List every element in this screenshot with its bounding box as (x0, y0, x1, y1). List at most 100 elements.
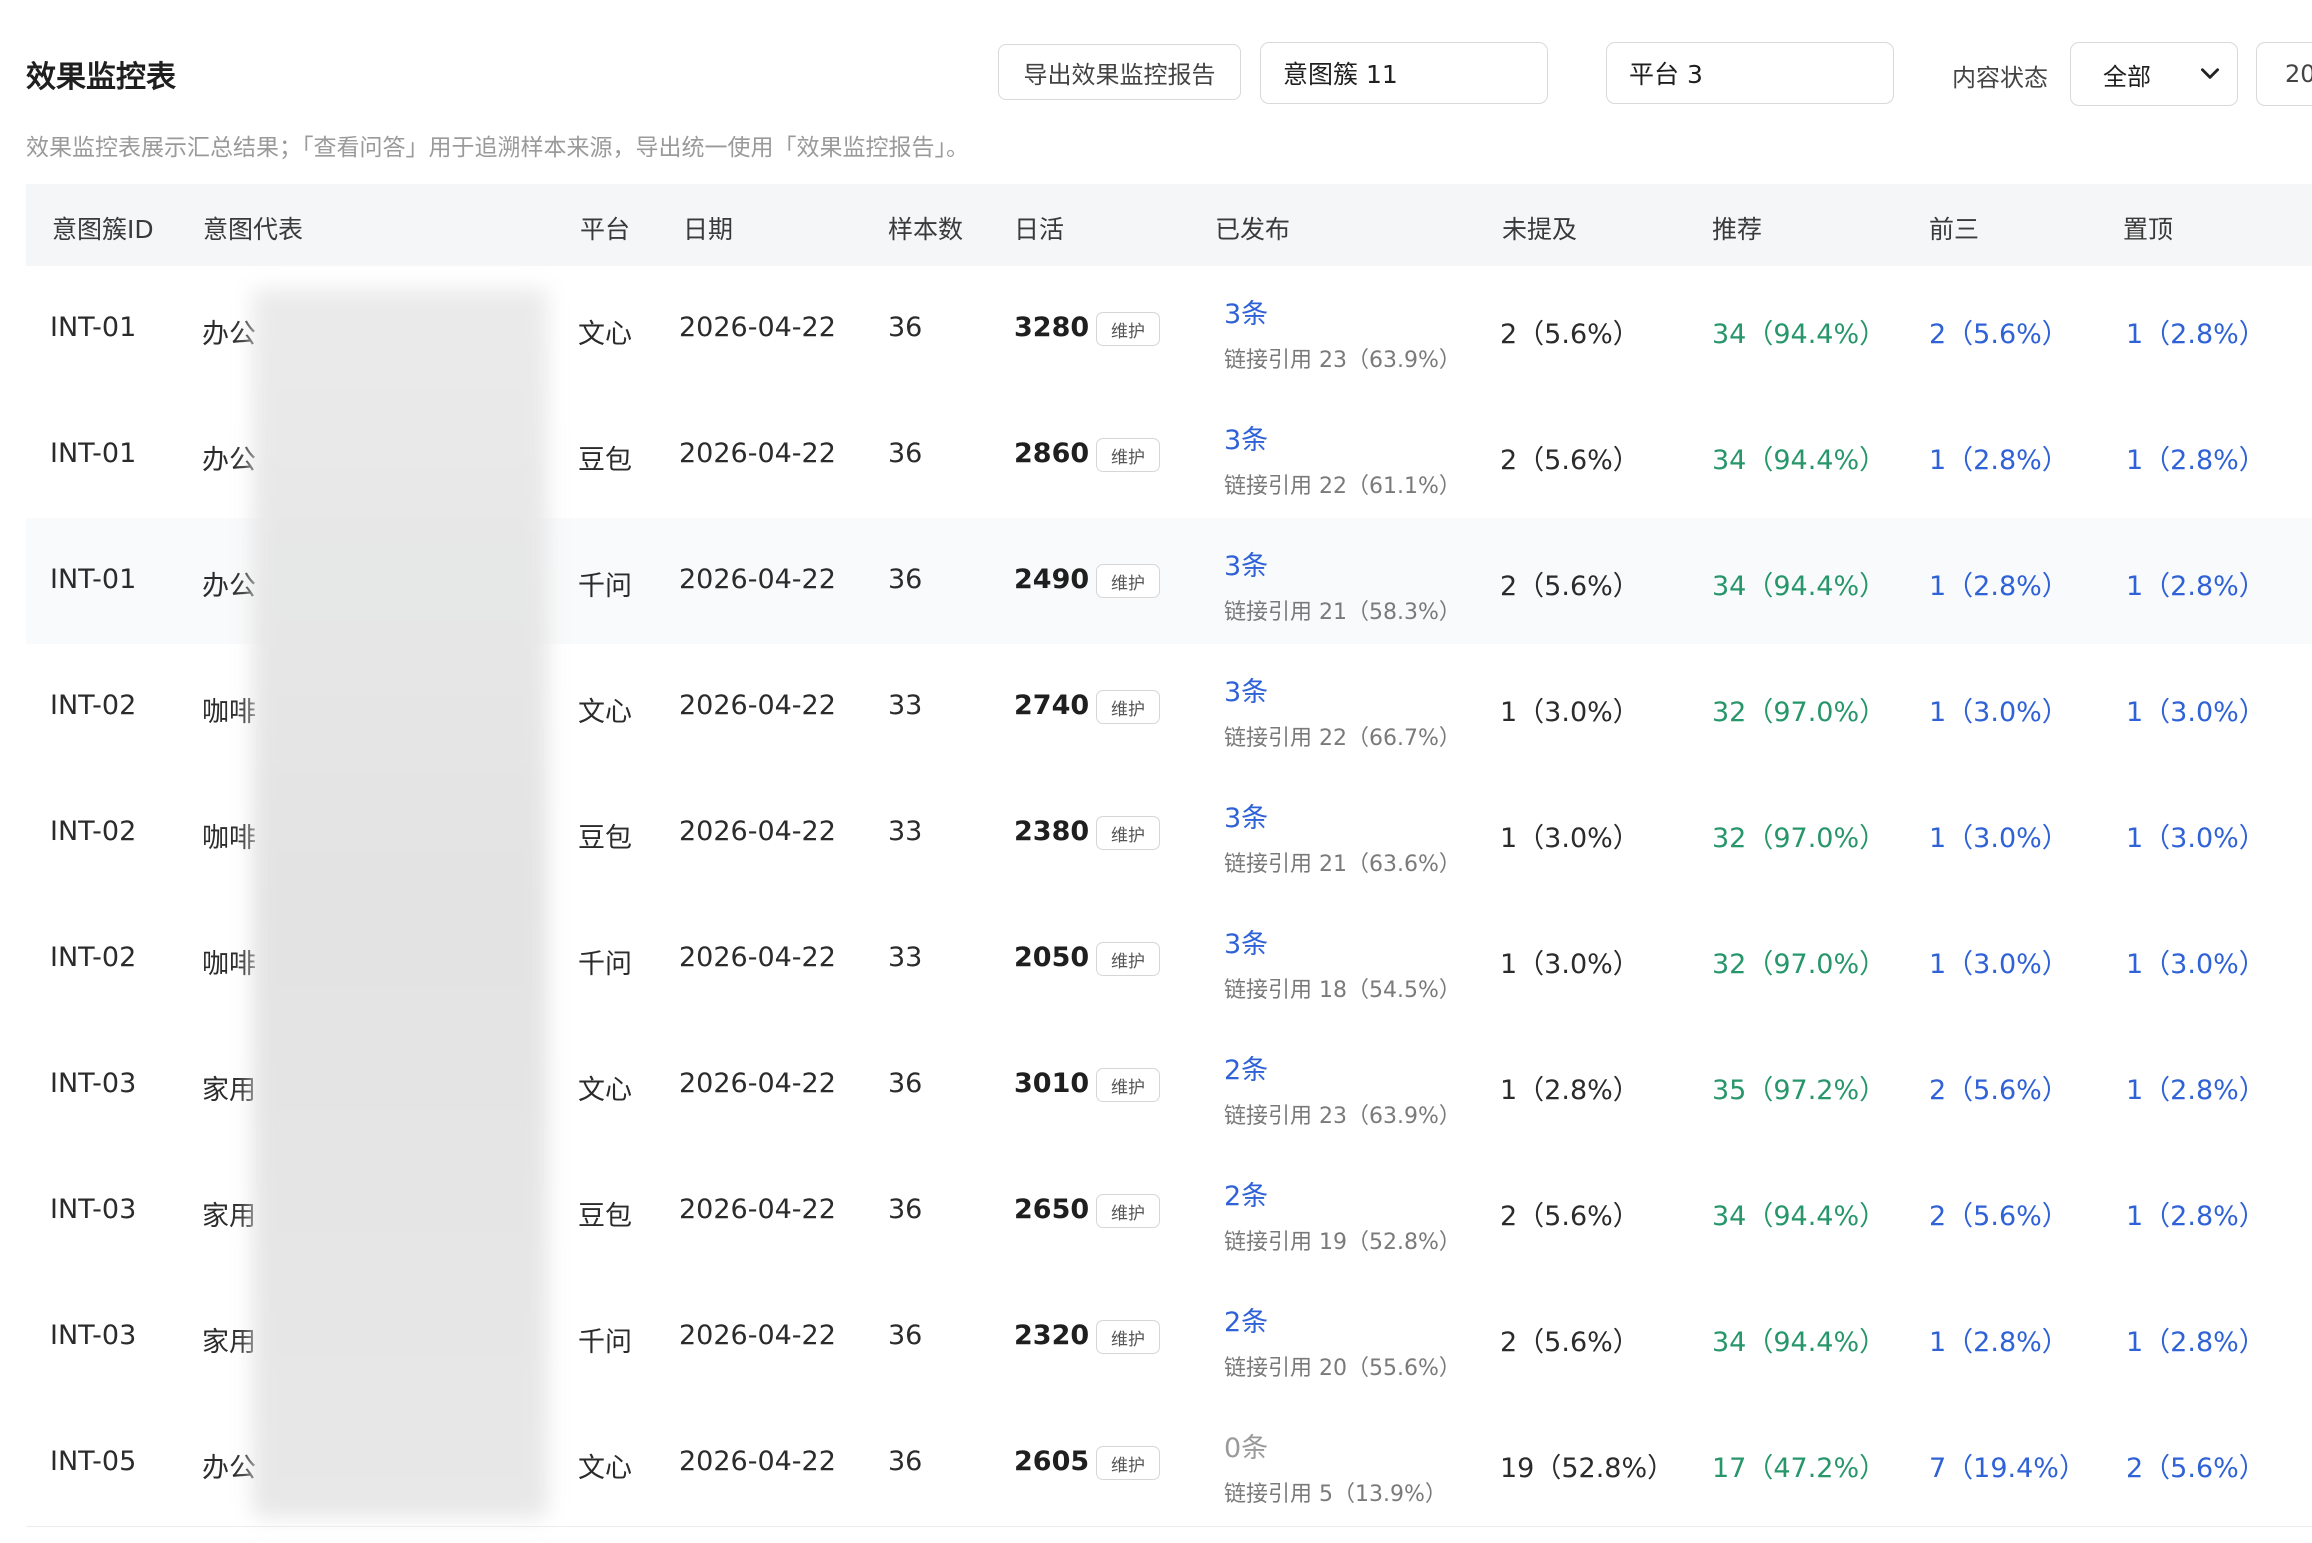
cell-intent-id: INT-01 (50, 564, 137, 595)
cell-dau: 2320 (1014, 1320, 1090, 1351)
cell-intent-rep: 办公 (202, 571, 256, 602)
intent-cluster-filter-label: 意图簇 11 (1283, 60, 1398, 89)
cell-dau: 2490 (1014, 564, 1090, 595)
content-status-value: 全部 (2103, 62, 2151, 91)
cell-platform: 文心 (578, 1075, 632, 1106)
blurred-intent-text (252, 288, 548, 1518)
cell-recommend: 34（94.4%） (1712, 319, 1887, 350)
cell-date: 2026-04-22 (679, 942, 836, 973)
published-count-link[interactable]: 3条 (1224, 922, 1268, 961)
cell-pinned: 1（3.0%） (2126, 949, 2266, 980)
cell-pinned: 1（3.0%） (2126, 697, 2266, 728)
cell-intent-id: INT-01 (50, 438, 137, 469)
platform-filter[interactable]: 平台 3 (1606, 42, 1894, 104)
published-count-link[interactable]: 2条 (1224, 1300, 1268, 1339)
cell-platform: 豆包 (578, 445, 632, 476)
published-count-link[interactable]: 3条 (1224, 418, 1268, 457)
col-date: 日期 (683, 215, 734, 244)
cell-intent-id: INT-05 (50, 1446, 137, 1477)
published-count-link[interactable]: 2条 (1224, 1174, 1268, 1213)
cell-samples: 36 (888, 564, 923, 595)
link-reference-text: 链接引用 22（66.7%） (1224, 726, 1461, 751)
maintain-tag[interactable]: 维护 (1096, 312, 1160, 346)
cell-platform: 千问 (578, 949, 632, 980)
cell-date: 2026-04-22 (679, 1068, 836, 1099)
cell-platform: 文心 (578, 697, 632, 728)
cell-unmentioned: 1（3.0%） (1500, 949, 1640, 980)
cell-unmentioned: 2（5.6%） (1500, 445, 1640, 476)
published-count-link[interactable]: 3条 (1224, 670, 1268, 709)
maintain-tag[interactable]: 维护 (1096, 1446, 1160, 1480)
cell-recommend: 32（97.0%） (1712, 823, 1887, 854)
link-reference-text: 链接引用 5（13.9%） (1224, 1482, 1447, 1507)
maintain-tag[interactable]: 维护 (1096, 438, 1160, 472)
published-count-link[interactable]: 3条 (1224, 292, 1268, 331)
cell-top3: 1（2.8%） (1929, 445, 2069, 476)
link-reference-text: 链接引用 22（61.1%） (1224, 474, 1461, 499)
content-status-select[interactable]: 全部 (2070, 42, 2238, 106)
maintain-tag[interactable]: 维护 (1096, 564, 1160, 598)
cell-recommend: 35（97.2%） (1712, 1075, 1887, 1106)
cell-samples: 36 (888, 312, 923, 343)
cell-pinned: 1（2.8%） (2126, 571, 2266, 602)
extra-select[interactable]: 20 (2256, 42, 2312, 106)
col-intent-id: 意图簇ID (52, 215, 154, 244)
cell-samples: 36 (888, 1194, 923, 1225)
intent-cluster-filter[interactable]: 意图簇 11 (1260, 42, 1548, 104)
published-count-link[interactable]: 3条 (1224, 544, 1268, 583)
cell-unmentioned: 1（3.0%） (1500, 697, 1640, 728)
col-top3: 前三 (1929, 215, 1980, 244)
cell-intent-id: INT-02 (50, 816, 137, 847)
cell-intent-id: INT-02 (50, 690, 137, 721)
col-dau: 日活 (1014, 215, 1065, 244)
chevron-down-icon (2201, 68, 2219, 79)
cell-pinned: 1（2.8%） (2126, 319, 2266, 350)
cell-unmentioned: 2（5.6%） (1500, 571, 1640, 602)
link-reference-text: 链接引用 18（54.5%） (1224, 978, 1461, 1003)
cell-top3: 1（3.0%） (1929, 949, 2069, 980)
extra-select-value: 20 (2285, 60, 2312, 88)
cell-samples: 36 (888, 438, 923, 469)
cell-platform: 文心 (578, 1453, 632, 1484)
cell-top3: 1（3.0%） (1929, 823, 2069, 854)
cell-recommend: 34（94.4%） (1712, 1327, 1887, 1358)
cell-samples: 33 (888, 816, 923, 847)
cell-recommend: 17（47.2%） (1712, 1453, 1887, 1484)
cell-platform: 千问 (578, 1327, 632, 1358)
col-intent-rep: 意图代表 (203, 215, 304, 244)
cell-unmentioned: 2（5.6%） (1500, 1201, 1640, 1232)
cell-date: 2026-04-22 (679, 312, 836, 343)
cell-intent-rep: 咖啡 (202, 823, 256, 854)
platform-filter-label: 平台 3 (1629, 60, 1703, 89)
cell-intent-rep: 办公 (202, 1453, 256, 1484)
published-count-link[interactable]: 3条 (1224, 796, 1268, 835)
maintain-tag[interactable]: 维护 (1096, 1194, 1160, 1228)
maintain-tag[interactable]: 维护 (1096, 690, 1160, 724)
cell-intent-rep: 家用 (202, 1201, 256, 1232)
published-count-link[interactable]: 0条 (1224, 1426, 1268, 1465)
cell-pinned: 1（2.8%） (2126, 1075, 2266, 1106)
cell-unmentioned: 2（5.6%） (1500, 319, 1640, 350)
maintain-tag[interactable]: 维护 (1096, 1320, 1160, 1354)
cell-dau: 3010 (1014, 1068, 1090, 1099)
page-title: 效果监控表 (26, 60, 176, 95)
link-reference-text: 链接引用 20（55.6%） (1224, 1356, 1461, 1381)
maintain-tag[interactable]: 维护 (1096, 816, 1160, 850)
cell-intent-id: INT-03 (50, 1068, 137, 1099)
cell-recommend: 34（94.4%） (1712, 445, 1887, 476)
link-reference-text: 链接引用 23（63.9%） (1224, 1104, 1461, 1129)
cell-platform: 豆包 (578, 823, 632, 854)
cell-top3: 2（5.6%） (1929, 319, 2069, 350)
export-report-button[interactable]: 导出效果监控报告 (998, 44, 1241, 100)
cell-intent-id: INT-03 (50, 1194, 137, 1225)
cell-recommend: 32（97.0%） (1712, 697, 1887, 728)
maintain-tag[interactable]: 维护 (1096, 942, 1160, 976)
cell-intent-id: INT-01 (50, 312, 137, 343)
cell-samples: 36 (888, 1446, 923, 1477)
maintain-tag[interactable]: 维护 (1096, 1068, 1160, 1102)
cell-date: 2026-04-22 (679, 438, 836, 469)
cell-intent-id: INT-02 (50, 942, 137, 973)
cell-top3: 2（5.6%） (1929, 1201, 2069, 1232)
cell-platform: 豆包 (578, 1201, 632, 1232)
published-count-link[interactable]: 2条 (1224, 1048, 1268, 1087)
